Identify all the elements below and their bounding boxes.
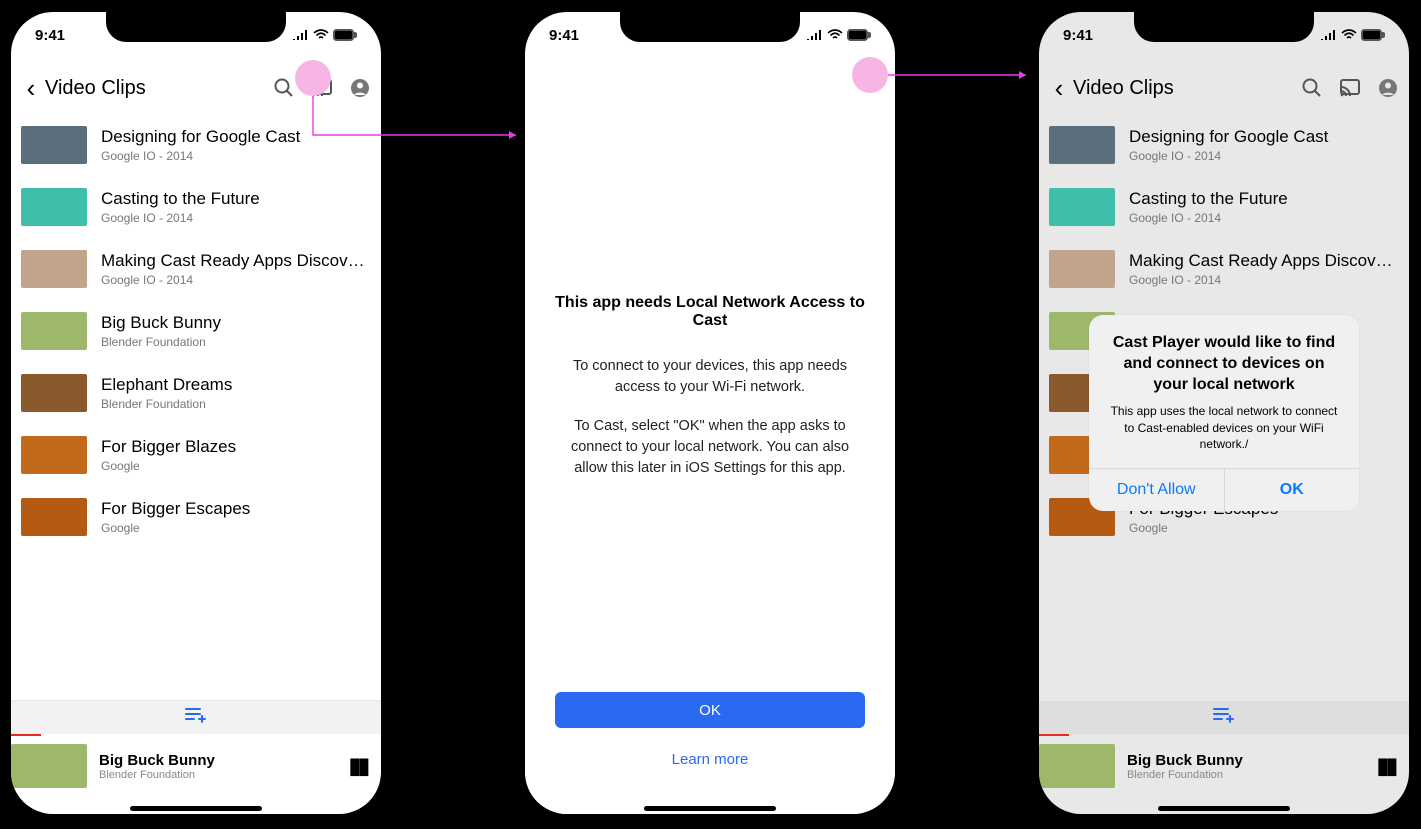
video-row[interactable]: Making Cast Ready Apps Discover... Google… — [1039, 238, 1409, 300]
cellular-icon — [292, 29, 309, 41]
video-sub: Google — [1129, 521, 1395, 535]
wifi-icon — [313, 29, 329, 41]
battery-icon — [847, 29, 871, 41]
video-row[interactable]: Big Buck Bunny Blender Foundation — [11, 300, 381, 362]
video-thumb — [1049, 188, 1115, 226]
video-title: Elephant Dreams — [101, 375, 367, 395]
now-playing-title: Big Buck Bunny — [99, 752, 215, 769]
wifi-icon — [1341, 29, 1357, 41]
video-row[interactable]: For Bigger Blazes Google — [11, 424, 381, 486]
cast-icon[interactable] — [1339, 77, 1361, 99]
now-playing-sub: Blender Foundation — [99, 769, 215, 781]
home-indicator[interactable] — [130, 806, 262, 811]
playlist-add-icon — [1213, 707, 1235, 728]
status-time: 9:41 — [35, 27, 65, 44]
video-thumb — [21, 126, 87, 164]
video-row[interactable]: Elephant Dreams Blender Foundation — [11, 362, 381, 424]
status-icons — [292, 29, 357, 41]
pause-icon[interactable]: ▮▮ — [1377, 753, 1395, 779]
now-playing-thumb — [1039, 744, 1115, 788]
now-playing-bar[interactable]: Big Buck Bunny Blender Foundation ▮▮ — [11, 734, 381, 798]
page-title: Video Clips — [1073, 77, 1301, 100]
now-playing-sub: Blender Foundation — [1127, 769, 1243, 781]
progress-indicator — [11, 734, 41, 736]
video-row[interactable]: Casting to the Future Google IO - 2014 — [1039, 176, 1409, 238]
ok-button[interactable]: OK — [555, 692, 865, 728]
battery-icon — [1361, 29, 1385, 41]
progress-indicator — [1039, 734, 1069, 736]
now-playing-bar[interactable]: Big Buck Bunny Blender Foundation ▮▮ — [1039, 734, 1409, 798]
learn-more-link[interactable]: Learn more — [525, 751, 895, 768]
video-sub: Google IO - 2014 — [1129, 211, 1395, 225]
cellular-icon — [806, 29, 823, 41]
back-icon[interactable]: ‹ — [17, 75, 45, 101]
video-row[interactable]: Designing for Google Cast Google IO - 201… — [11, 114, 381, 176]
video-thumb — [21, 436, 87, 474]
video-title: Casting to the Future — [1129, 189, 1395, 209]
video-title: For Bigger Escapes — [101, 499, 367, 519]
info-paragraph-1: To connect to your devices, this app nee… — [555, 356, 865, 398]
video-sub: Blender Foundation — [101, 397, 367, 411]
video-sub: Blender Foundation — [101, 335, 367, 349]
pause-icon[interactable]: ▮▮ — [349, 753, 367, 779]
top-bar: ‹ Video Clips — [1039, 66, 1409, 110]
search-icon[interactable] — [1301, 77, 1323, 99]
video-thumb — [1049, 250, 1115, 288]
page-title: Video Clips — [45, 77, 273, 100]
video-title: For Bigger Blazes — [101, 437, 367, 457]
video-thumb — [1049, 126, 1115, 164]
video-row[interactable]: Designing for Google Cast Google IO - 201… — [1039, 114, 1409, 176]
status-icons — [806, 29, 871, 41]
video-sub: Google IO - 2014 — [101, 273, 367, 287]
video-thumb — [21, 498, 87, 536]
video-sub: Google IO - 2014 — [1129, 149, 1395, 163]
video-sub: Google IO - 2014 — [1129, 273, 1395, 287]
home-indicator[interactable] — [1158, 806, 1290, 811]
video-sub: Google — [101, 459, 367, 473]
video-sub: Google — [101, 521, 367, 535]
back-icon[interactable]: ‹ — [1045, 75, 1073, 101]
local-network-info: This app needs Local Network Access to C… — [525, 58, 895, 814]
video-title: Making Cast Ready Apps Discover... — [1129, 251, 1395, 271]
alert-title: Cast Player would like to find and conne… — [1105, 333, 1343, 395]
video-row[interactable]: For Bigger Escapes Google — [11, 486, 381, 548]
status-time: 9:41 — [1063, 27, 1093, 44]
video-title: Making Cast Ready Apps Discover... — [101, 251, 367, 271]
now-playing-title: Big Buck Bunny — [1127, 752, 1243, 769]
info-paragraph-2: To Cast, select "OK" when the app asks t… — [555, 416, 865, 479]
home-indicator[interactable] — [644, 806, 776, 811]
video-title: Designing for Google Cast — [101, 127, 367, 147]
video-thumb — [21, 250, 87, 288]
video-sub: Google IO - 2014 — [101, 211, 367, 225]
profile-icon[interactable] — [349, 77, 371, 99]
video-thumb — [21, 374, 87, 412]
video-sub: Google IO - 2014 — [101, 149, 367, 163]
wifi-icon — [827, 29, 843, 41]
video-thumb — [21, 312, 87, 350]
video-thumb — [21, 188, 87, 226]
alert-ok-button[interactable]: OK — [1224, 469, 1360, 511]
info-title: This app needs Local Network Access to C… — [555, 294, 865, 330]
alert-deny-button[interactable]: Don't Allow — [1089, 469, 1224, 511]
queue-bar[interactable] — [11, 700, 381, 734]
battery-icon — [333, 29, 357, 41]
video-title: Designing for Google Cast — [1129, 127, 1395, 147]
video-title: Big Buck Bunny — [101, 313, 367, 333]
status-icons — [1320, 29, 1385, 41]
video-title: Casting to the Future — [101, 189, 367, 209]
ios-permission-alert: Cast Player would like to find and conne… — [1089, 315, 1359, 511]
alert-body: This app uses the local network to conne… — [1105, 403, 1343, 452]
status-time: 9:41 — [549, 27, 579, 44]
playlist-add-icon — [185, 707, 207, 728]
now-playing-thumb — [11, 744, 87, 788]
video-row[interactable]: Casting to the Future Google IO - 2014 — [11, 176, 381, 238]
profile-icon[interactable] — [1377, 77, 1399, 99]
cellular-icon — [1320, 29, 1337, 41]
search-icon[interactable] — [273, 77, 295, 99]
video-row[interactable]: Making Cast Ready Apps Discover... Google… — [11, 238, 381, 300]
queue-bar[interactable] — [1039, 700, 1409, 734]
